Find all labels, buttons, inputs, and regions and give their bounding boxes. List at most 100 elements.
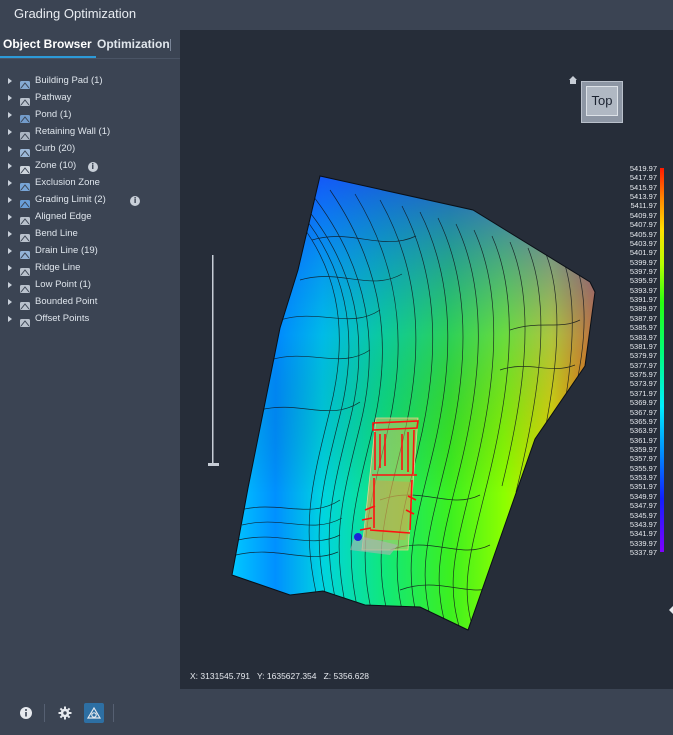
expand-arrow-icon[interactable] bbox=[8, 214, 12, 220]
expand-arrow-icon[interactable] bbox=[8, 180, 12, 186]
legend-label: 5343.97 bbox=[629, 519, 657, 529]
tab-optimization[interactable]: Optimization bbox=[97, 37, 170, 51]
tree-item-label: Pathway bbox=[35, 92, 72, 103]
legend-label: 5407.97 bbox=[629, 220, 657, 230]
expand-arrow-icon[interactable] bbox=[8, 282, 12, 288]
title-bar: Grading Optimization bbox=[0, 0, 673, 30]
grading-limit-icon bbox=[19, 195, 31, 208]
expand-arrow-icon[interactable] bbox=[8, 163, 12, 169]
legend-label: 5341.97 bbox=[629, 529, 657, 539]
info-icon[interactable]: i bbox=[87, 162, 98, 172]
home-icon[interactable] bbox=[569, 69, 577, 84]
tree-item[interactable]: Bounded Point bbox=[8, 295, 178, 312]
legend-label: 5353.97 bbox=[629, 473, 657, 483]
tree-item-label: Zone (10) bbox=[35, 160, 77, 171]
tree-item[interactable]: Low Point (1) bbox=[8, 278, 178, 295]
offset-points-icon bbox=[19, 314, 31, 327]
expand-arrow-icon[interactable] bbox=[8, 248, 12, 254]
tree-item[interactable]: Ridge Line bbox=[8, 261, 178, 278]
legend-label: 5349.97 bbox=[629, 491, 657, 501]
legend-label: 5347.97 bbox=[629, 501, 657, 511]
toolbar-divider bbox=[113, 704, 114, 722]
tree-item[interactable]: Aligned Edge bbox=[8, 210, 178, 227]
legend-label: 5383.97 bbox=[629, 332, 657, 342]
slider-handle[interactable] bbox=[208, 463, 219, 466]
collapse-arrow-icon[interactable] bbox=[669, 606, 673, 614]
sidebar: Object Browser Optimization Building Pad… bbox=[0, 30, 180, 689]
tree-item-label: Aligned Edge bbox=[35, 211, 92, 222]
legend-label: 5381.97 bbox=[629, 341, 657, 351]
tree-item-label: Pond (1) bbox=[35, 109, 72, 120]
tree-item[interactable]: Exclusion Zone bbox=[8, 176, 178, 193]
expand-arrow-icon[interactable] bbox=[8, 146, 12, 152]
expand-arrow-icon[interactable] bbox=[8, 95, 12, 101]
bend-line-icon bbox=[19, 229, 31, 242]
curb-icon bbox=[19, 144, 31, 157]
tree-item[interactable]: Drain Line (19) bbox=[8, 244, 178, 261]
legend-label: 5403.97 bbox=[629, 238, 657, 248]
view-cube-face-top[interactable]: Top bbox=[581, 93, 623, 108]
tree-item-label: Offset Points bbox=[35, 313, 90, 324]
low-point-marker[interactable] bbox=[354, 533, 362, 541]
tree-item[interactable]: Grading Limit (2) i bbox=[8, 193, 178, 210]
legend-label: 5417.97 bbox=[629, 173, 657, 183]
building-pad-icon bbox=[19, 76, 31, 89]
legend-label: 5367.97 bbox=[629, 407, 657, 417]
elevation-slider[interactable] bbox=[208, 255, 219, 466]
info-icon[interactable]: i bbox=[130, 196, 141, 206]
settings-icon bbox=[58, 706, 72, 720]
tree-item-label: Drain Line (19) bbox=[35, 245, 98, 256]
tree-item-label: Bounded Point bbox=[35, 296, 98, 307]
view-cube[interactable]: Top bbox=[569, 76, 623, 123]
3d-viewport[interactable]: Top 5419.97 5417.97 5415.97 5413.97 5411.97 5… bbox=[180, 30, 673, 689]
expand-arrow-icon[interactable] bbox=[8, 265, 12, 271]
tree-item-label: Exclusion Zone bbox=[35, 177, 100, 188]
tree-item-label: Building Pad (1) bbox=[35, 75, 103, 86]
exclusion-zone-icon bbox=[19, 178, 31, 191]
info-button[interactable] bbox=[16, 703, 36, 723]
tree-item[interactable]: Bend Line bbox=[8, 227, 178, 244]
legend-label: 5393.97 bbox=[629, 285, 657, 295]
tab-bar: Object Browser Optimization bbox=[0, 30, 180, 59]
tree-item[interactable]: Building Pad (1) bbox=[8, 74, 178, 91]
legend-label: 5413.97 bbox=[629, 192, 657, 202]
tab-object-browser[interactable]: Object Browser bbox=[0, 37, 96, 58]
tree-item[interactable]: Offset Points bbox=[8, 312, 178, 329]
legend-label: 5375.97 bbox=[629, 370, 657, 380]
ridge-line-icon bbox=[19, 263, 31, 276]
site-view-button[interactable] bbox=[84, 703, 104, 723]
expand-arrow-icon[interactable] bbox=[8, 129, 12, 135]
legend-label: 5363.97 bbox=[629, 426, 657, 436]
expand-arrow-icon[interactable] bbox=[8, 299, 12, 305]
expand-arrow-icon[interactable] bbox=[8, 231, 12, 237]
tree-item[interactable]: Zone (10) i bbox=[8, 159, 178, 176]
tree-item[interactable]: Retaining Wall (1) bbox=[8, 125, 178, 142]
expand-arrow-icon[interactable] bbox=[8, 197, 12, 203]
legend-label: 5415.97 bbox=[629, 182, 657, 192]
legend-label: 5373.97 bbox=[629, 379, 657, 389]
low-point-icon bbox=[19, 280, 31, 293]
legend-label: 5357.97 bbox=[629, 454, 657, 464]
legend-label: 5397.97 bbox=[629, 267, 657, 277]
terrain-canvas[interactable] bbox=[180, 30, 673, 689]
bottom-toolbar bbox=[0, 689, 673, 735]
expand-arrow-icon[interactable] bbox=[8, 78, 12, 84]
window-title: Grading Optimization bbox=[14, 6, 137, 21]
legend-label: 5391.97 bbox=[629, 295, 657, 305]
legend-label: 5377.97 bbox=[629, 360, 657, 370]
legend-label: 5387.97 bbox=[629, 313, 657, 323]
expand-arrow-icon[interactable] bbox=[8, 316, 12, 322]
legend-label: 5361.97 bbox=[629, 435, 657, 445]
tab-divider bbox=[170, 39, 171, 51]
tree-item[interactable]: Pathway bbox=[8, 91, 178, 108]
tree-item[interactable]: Curb (20) bbox=[8, 142, 178, 159]
tree-item-label: Curb (20) bbox=[35, 143, 76, 154]
settings-button[interactable] bbox=[55, 703, 75, 723]
legend-label: 5405.97 bbox=[629, 229, 657, 239]
legend-label: 5409.97 bbox=[629, 210, 657, 220]
tree-item[interactable]: Pond (1) bbox=[8, 108, 178, 125]
expand-arrow-icon[interactable] bbox=[8, 112, 12, 118]
drain-line-icon bbox=[19, 246, 31, 259]
legend-label: 5395.97 bbox=[629, 276, 657, 286]
legend-label: 5365.97 bbox=[629, 416, 657, 426]
